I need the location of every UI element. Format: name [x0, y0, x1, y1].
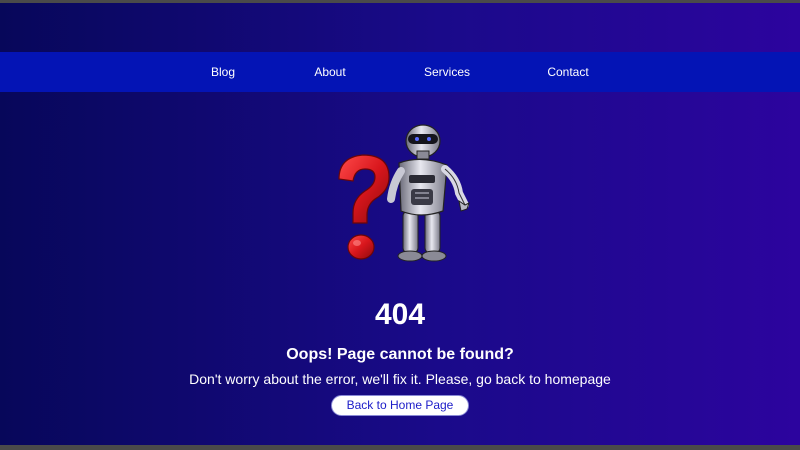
nav-link-blog[interactable]: Blog	[211, 52, 235, 92]
nav-link-services[interactable]: Services	[424, 52, 470, 92]
error-page: Blog About Services Contact 404 Oops! Pa…	[0, 3, 800, 445]
navbar: Blog About Services Contact	[0, 52, 800, 92]
error-message: Don't worry about the error, we'll fix i…	[189, 371, 611, 387]
error-heading: Oops! Page cannot be found?	[286, 346, 514, 363]
robot-question-illustration	[325, 119, 475, 279]
nav-link-about[interactable]: About	[314, 52, 345, 92]
nav-link-contact[interactable]: Contact	[547, 52, 588, 92]
back-to-home-button[interactable]: Back to Home Page	[331, 395, 469, 416]
robot-question-mark-icon	[338, 124, 470, 262]
error-code: 404	[374, 298, 426, 331]
